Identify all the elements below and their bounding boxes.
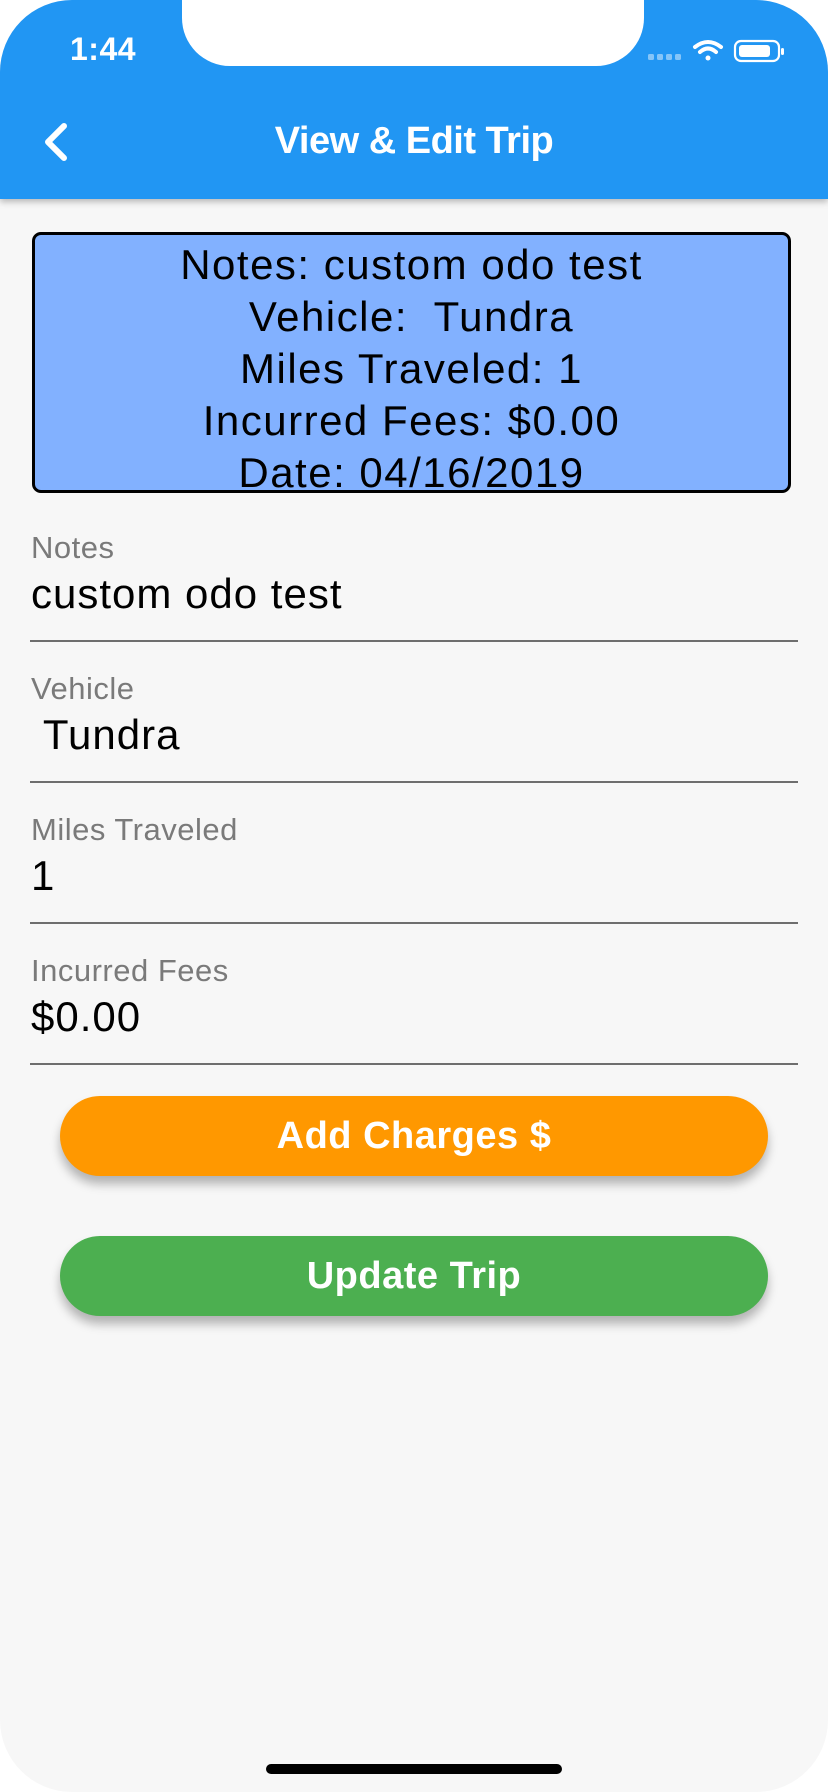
miles-traveled-underline <box>30 922 798 924</box>
vehicle-underline <box>30 781 798 783</box>
miles-traveled-input[interactable]: 1 <box>31 852 55 900</box>
app-bar: 1:44 View & Edit Trip <box>0 0 828 199</box>
summary-fees-line: Incurred Fees: $0.00 <box>202 397 621 444</box>
battery-icon <box>733 39 784 63</box>
notes-input[interactable]: custom odo test <box>31 570 342 618</box>
vehicle-label: Vehicle <box>31 671 135 706</box>
phone-screen: 1:44 View & Edit Trip Notes: custom odo … <box>0 0 828 1792</box>
vehicle-input[interactable]: Tundra <box>31 711 180 759</box>
summary-miles-line: Miles Traveled: 1 <box>240 345 583 392</box>
home-indicator[interactable] <box>266 1764 562 1774</box>
add-charges-button[interactable]: Add Charges $ <box>60 1096 768 1176</box>
summary-notes-line: Notes: custom odo test <box>180 241 643 288</box>
miles-traveled-label: Miles Traveled <box>31 812 238 847</box>
status-time: 1:44 <box>70 31 137 67</box>
incurred-fees-underline <box>30 1063 798 1065</box>
summary-vehicle-line: Vehicle: Tundra <box>248 293 575 340</box>
status-icons <box>642 38 792 64</box>
wifi-icon <box>693 40 723 61</box>
notes-underline <box>30 640 798 642</box>
trip-summary-card: Notes: custom odo test Vehicle: Tundra M… <box>32 232 791 496</box>
page-title: View & Edit Trip <box>274 120 554 162</box>
device-notch <box>182 0 644 66</box>
summary-date-line: Date: 04/16/2019 <box>238 449 585 496</box>
incurred-fees-label: Incurred Fees <box>31 953 229 988</box>
update-trip-button[interactable]: Update Trip <box>60 1236 768 1316</box>
notes-label: Notes <box>31 530 115 565</box>
incurred-fees-input[interactable]: $0.00 <box>31 993 141 1041</box>
cellular-signal-icon <box>648 54 681 60</box>
